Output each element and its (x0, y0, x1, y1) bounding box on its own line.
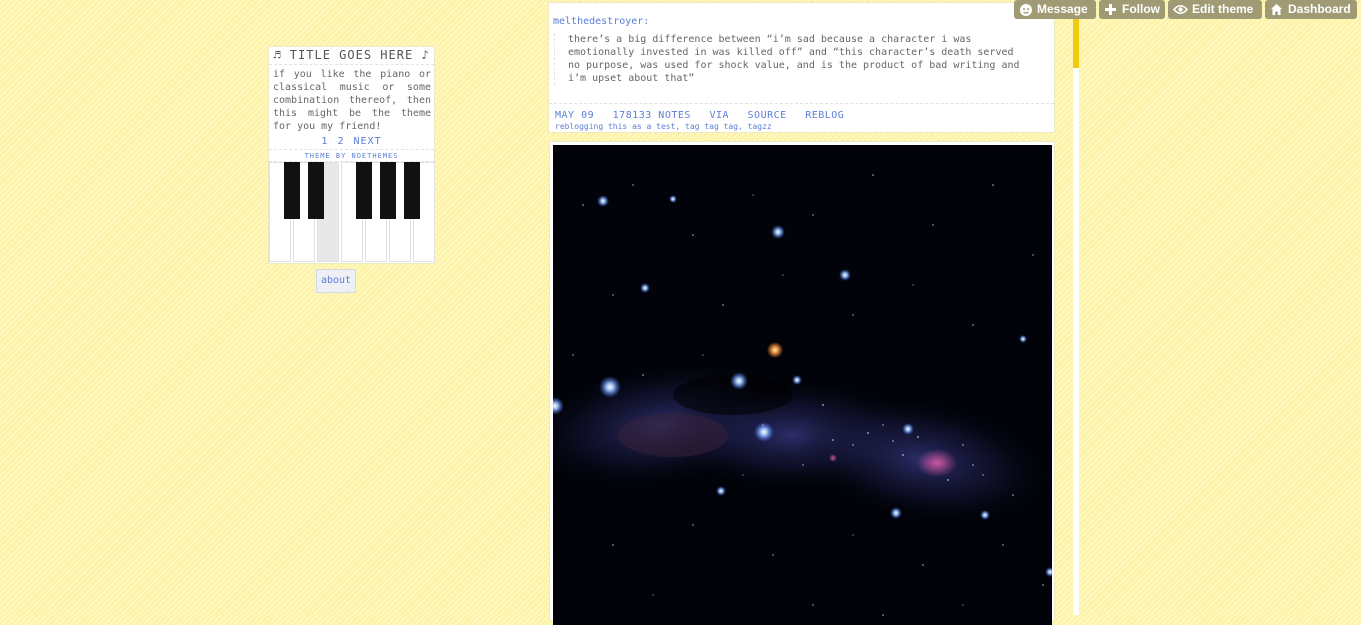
post-reblog-link[interactable]: REBLOG (805, 110, 844, 121)
theme-credit-link[interactable]: THEME BY NOETHEMES (269, 150, 434, 162)
post-tags[interactable]: reblogging this as a test, tag tag tag, … (555, 122, 1054, 131)
starry-sky-photo[interactable] (553, 145, 1052, 625)
post-notes-link[interactable]: 178133 NOTES (613, 110, 691, 121)
home-icon (1271, 4, 1282, 15)
piano-black-key (380, 162, 396, 219)
edit-theme-label: Edit theme (1192, 2, 1254, 16)
dashboard-button[interactable]: Dashboard (1265, 0, 1357, 19)
photo-post (549, 141, 1055, 625)
post-date-link[interactable]: MAY 09 (555, 110, 594, 121)
post-via-link[interactable]: VIA (709, 110, 729, 121)
eye-icon (1173, 4, 1188, 15)
follow-button[interactable]: Follow (1099, 0, 1165, 19)
message-label: Message (1037, 2, 1088, 16)
message-icon (1020, 4, 1032, 16)
sidebar: ♬ TITLE GOES HERE ♪ if you like the pian… (268, 46, 435, 264)
page-1-link[interactable]: 1 (321, 136, 328, 147)
text-post: melthedestroyer: there’s a big differenc… (548, 2, 1055, 133)
pagination: 1 2 NEXT (269, 135, 434, 150)
message-button[interactable]: Message (1014, 0, 1096, 19)
follow-label: Follow (1122, 2, 1160, 16)
blog-title: ♬ TITLE GOES HERE ♪ (269, 47, 434, 65)
piano-black-key (404, 162, 420, 219)
blog-description: if you like the piano or classical music… (273, 69, 431, 132)
dashboard-label: Dashboard (1288, 2, 1351, 16)
edit-theme-button[interactable]: Edit theme (1168, 0, 1262, 19)
plus-icon (1105, 4, 1116, 15)
scroll-track[interactable] (1073, 0, 1079, 615)
about-button[interactable]: about (316, 269, 356, 293)
post-username-link[interactable]: melthedestroyer: (553, 16, 649, 27)
post-footer: MAY 09 178133 NOTES VIA SOURCE REBLOG re… (549, 103, 1054, 131)
page-2-link[interactable]: 2 (337, 136, 344, 147)
piano-black-key (284, 162, 300, 219)
piano-black-key (308, 162, 324, 219)
post-meta: MAY 09 178133 NOTES VIA SOURCE REBLOG (555, 110, 1054, 121)
piano-black-key (356, 162, 372, 219)
post-quote: there’s a big difference between “i’m sa… (554, 33, 1026, 85)
post-source-link[interactable]: SOURCE (748, 110, 787, 121)
piano-keyboard (269, 162, 435, 263)
next-page-link[interactable]: NEXT (354, 136, 382, 147)
